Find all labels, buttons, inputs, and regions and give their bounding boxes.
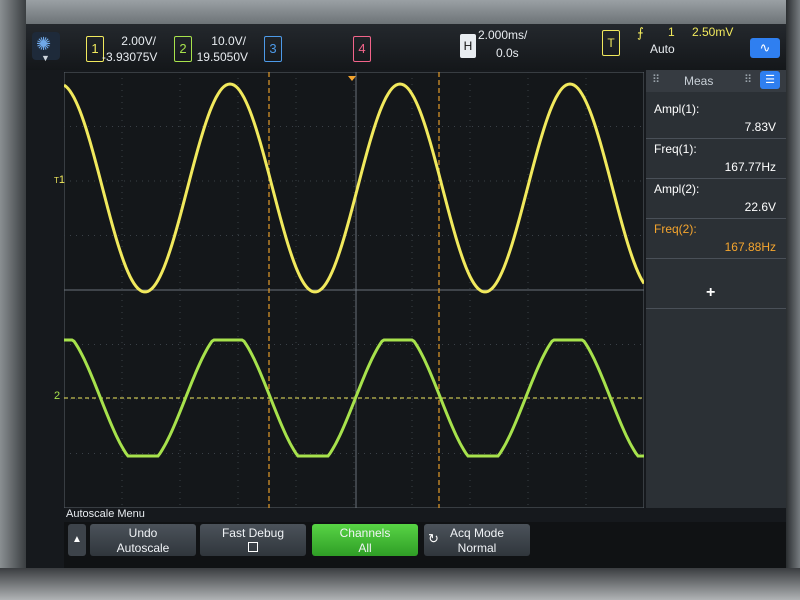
drag-handle-icon[interactable]: ⠿ (652, 73, 660, 86)
drag-handle-icon[interactable]: ⠿ (744, 73, 752, 86)
meas-label[interactable]: Freq(2): (654, 222, 697, 236)
timebase-scale: 2.000ms/ (478, 28, 528, 42)
channels-button[interactable]: Channels All (312, 524, 418, 556)
trigger-edge-icon: ⨍ (637, 25, 644, 40)
meas-value: 167.77Hz (724, 160, 776, 174)
trigger-source: 1 (668, 25, 675, 39)
fast-debug-button[interactable]: Fast Debug (200, 524, 306, 556)
meas-title: Meas (684, 74, 714, 88)
channel-2-button[interactable]: 2 (174, 36, 192, 62)
measurement-panel: ⠿ Meas ⠿ ☰ Ampl(1): 7.83V Freq(1): 167.7… (646, 70, 786, 508)
undo-autoscale-button[interactable]: Undo Autoscale (90, 524, 196, 556)
waveform-icon[interactable]: ∿ (750, 38, 780, 58)
trigger-mode: Auto (650, 42, 675, 56)
channel-2-ground-marker[interactable]: 2 (54, 390, 60, 402)
horizontal-button[interactable]: H (460, 34, 476, 58)
chevron-down-icon: ▼ (41, 53, 50, 63)
menu-title: Autoscale Menu (66, 508, 145, 520)
bezel-top (0, 0, 800, 24)
meas-value: 22.6V (744, 200, 776, 214)
acq-mode-icon: ↻ (428, 531, 439, 546)
meas-value: 7.83V (744, 120, 776, 134)
bezel-bottom (0, 568, 800, 600)
meas-label[interactable]: Ampl(2): (654, 182, 699, 196)
meas-label[interactable]: Freq(1): (654, 142, 697, 156)
fast-debug-checkbox[interactable] (248, 542, 258, 552)
bezel-left (0, 0, 26, 600)
timebase-delay: 0.0s (496, 46, 519, 60)
meas-menu-icon[interactable]: ☰ (760, 71, 780, 89)
up-arrow-icon[interactable]: ▲ (68, 524, 86, 556)
agilent-logo-icon[interactable]: ✺ ▼ (32, 32, 60, 63)
bezel-right (786, 0, 800, 600)
trigger-button[interactable]: T (602, 30, 620, 56)
channel-1-ground-marker[interactable]: T1 (54, 174, 65, 186)
status-bar: ✺ ▼ 1 2.00V/ -3.93075V 2 10.0V/ 19.5050V… (26, 24, 786, 70)
meas-label[interactable]: Ampl(1): (654, 102, 699, 116)
trigger-level: 2.50mV (692, 25, 734, 39)
channel-1-offset: -3.93075V (102, 50, 158, 64)
meas-header: ⠿ Meas ⠿ ☰ (646, 70, 786, 92)
channel-3-button[interactable]: 3 (264, 36, 282, 62)
waveform-graticule (64, 72, 644, 508)
channel-2-offset: 19.5050V (196, 50, 248, 64)
meas-value: 167.88Hz (724, 240, 776, 254)
add-measurement-button[interactable]: + (706, 284, 715, 302)
channel-4-button[interactable]: 4 (353, 36, 371, 62)
acq-mode-button[interactable]: ↻ Acq Mode Normal (424, 524, 530, 556)
channel-1-scale: 2.00V/ (121, 34, 156, 48)
channel-2-scale: 10.0V/ (211, 34, 246, 48)
scope-screen: ✺ ▼ 1 2.00V/ -3.93075V 2 10.0V/ 19.5050V… (26, 24, 786, 568)
